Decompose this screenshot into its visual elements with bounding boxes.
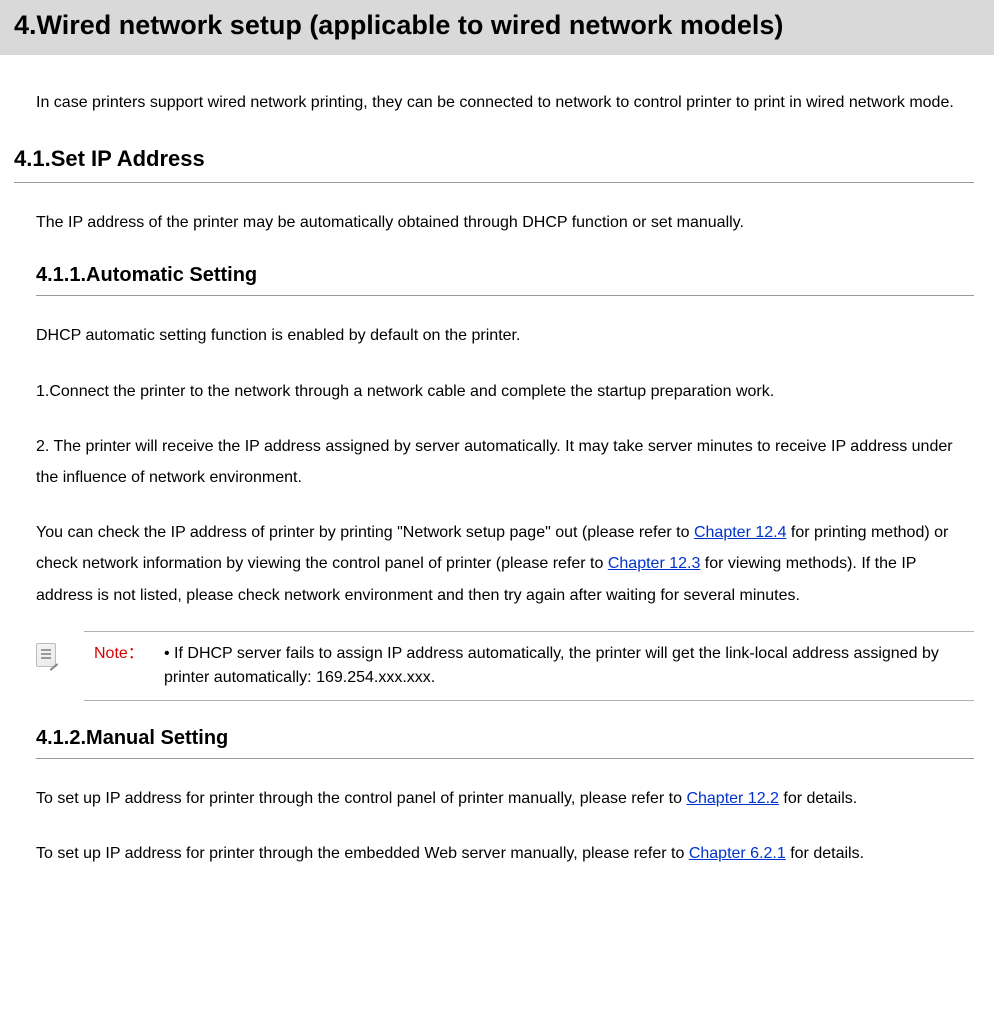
note-label: Note： bbox=[84, 631, 154, 700]
heading-4-1-2: 4.1.2.Manual Setting bbox=[36, 727, 974, 759]
chapter-intro: In case printers support wired network p… bbox=[36, 87, 974, 118]
text: for details. bbox=[779, 790, 857, 807]
link-chapter-12-3[interactable]: Chapter 12.3 bbox=[608, 555, 701, 572]
paragraph-manual-web: To set up IP address for printer through… bbox=[36, 838, 974, 869]
paragraph: DHCP automatic setting function is enabl… bbox=[36, 320, 974, 351]
paragraph-check-ip: You can check the IP address of printer … bbox=[36, 517, 974, 611]
note-text: • If DHCP server fails to assign IP addr… bbox=[154, 631, 974, 700]
heading-4-1-1: 4.1.1.Automatic Setting bbox=[36, 264, 974, 296]
text: You can check the IP address of printer … bbox=[36, 524, 694, 541]
step-2: 2. The printer will receive the IP addre… bbox=[36, 431, 974, 493]
step-1: 1.Connect the printer to the network thr… bbox=[36, 376, 974, 407]
text: To set up IP address for printer through… bbox=[36, 790, 686, 807]
link-chapter-6-2-1[interactable]: Chapter 6.2.1 bbox=[689, 845, 786, 862]
text: for details. bbox=[786, 845, 864, 862]
note-icon bbox=[36, 643, 56, 667]
paragraph-manual-panel: To set up IP address for printer through… bbox=[36, 783, 974, 814]
section-4-1-intro: The IP address of the printer may be aut… bbox=[36, 207, 974, 238]
link-chapter-12-4[interactable]: Chapter 12.4 bbox=[694, 524, 787, 541]
note-box: Note： • If DHCP server fails to assign I… bbox=[36, 631, 974, 701]
heading-4-1: 4.1.Set IP Address bbox=[14, 146, 974, 183]
chapter-title: 4.Wired network setup (applicable to wir… bbox=[0, 0, 994, 55]
text: To set up IP address for printer through… bbox=[36, 845, 689, 862]
link-chapter-12-2[interactable]: Chapter 12.2 bbox=[686, 790, 779, 807]
